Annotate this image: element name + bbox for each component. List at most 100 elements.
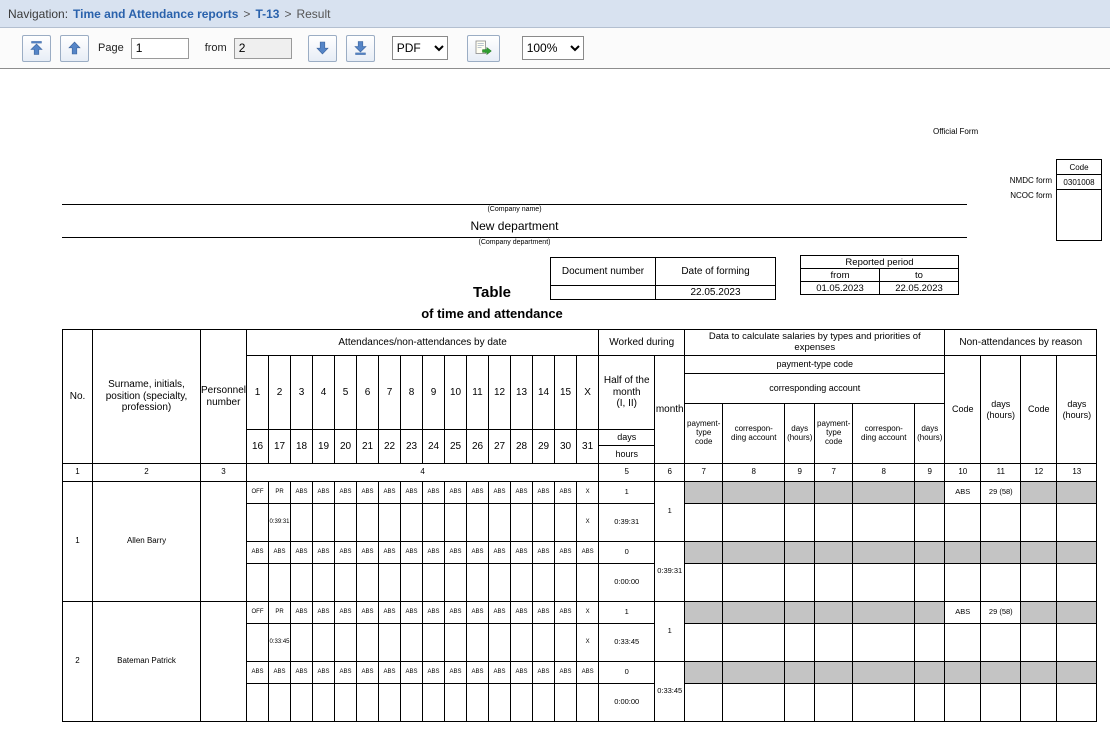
payment-cell	[685, 504, 723, 542]
date-column-header: 6	[357, 356, 379, 430]
attendance-code-cell: ABS	[445, 542, 467, 564]
payment-cell	[915, 504, 945, 542]
attendance-code-cell: ABS	[555, 662, 577, 684]
nonattendance-cell	[981, 624, 1021, 662]
attendance-hours-cell	[423, 624, 445, 662]
next-page-icon	[316, 41, 329, 55]
company-name-caption: (Company name)	[62, 206, 967, 213]
col-header-nonattendances: Non-attendances by reason	[945, 330, 1097, 356]
payment-cell	[815, 624, 853, 662]
breadcrumb-link-t13[interactable]: T-13	[255, 7, 279, 21]
attendance-hours-cell	[401, 684, 423, 722]
format-select[interactable]: PDF	[392, 36, 448, 60]
total-pages-input[interactable]	[234, 38, 292, 59]
attendance-hours-cell	[357, 564, 379, 602]
attendance-hours-cell	[247, 504, 269, 542]
col-header-half-month: Half of the month (I, II)	[599, 356, 655, 430]
nonattendance-code-cell	[1021, 482, 1057, 504]
attendance-code-cell: ABS	[357, 662, 379, 684]
attendance-code-cell: ABS	[467, 662, 489, 684]
column-number-cell: 12	[1021, 464, 1057, 482]
previous-page-button[interactable]	[60, 35, 89, 62]
attendance-code-cell: ABS	[291, 662, 313, 684]
attendance-hours-cell	[489, 564, 511, 602]
attendance-hours-cell	[423, 504, 445, 542]
nmdc-form-code: 0301008	[1057, 175, 1101, 190]
column-number-cell: 1	[63, 464, 93, 482]
col-header-days: days	[599, 430, 655, 446]
attendance-code-cell: ABS	[247, 542, 269, 564]
attendance-hours-cell	[577, 684, 599, 722]
attendance-hours-cell	[335, 564, 357, 602]
payment-cell	[785, 482, 815, 504]
attendance-code-cell: ABS	[423, 662, 445, 684]
payment-cell	[723, 542, 785, 564]
nonattendance-days-cell	[1057, 602, 1097, 624]
first-page-button[interactable]	[22, 35, 51, 62]
breadcrumb-link-reports[interactable]: Time and Attendance reports	[73, 7, 238, 21]
attendance-code-cell: ABS	[423, 602, 445, 624]
attendance-hours-cell	[247, 564, 269, 602]
attendance-code-cell: ABS	[511, 662, 533, 684]
payment-cell	[853, 504, 915, 542]
page-input[interactable]	[131, 38, 189, 59]
attendance-code-cell: ABS	[489, 542, 511, 564]
nonattendance-cell	[945, 662, 981, 684]
ncoc-form-code	[1057, 190, 1101, 240]
column-number-cell: 3	[201, 464, 247, 482]
payment-cell	[785, 602, 815, 624]
col-header-sub-payment-code: payment- type code	[815, 404, 853, 464]
attendance-hours-cell	[445, 564, 467, 602]
col-header-corresponding-account: corresponding account	[685, 374, 945, 404]
date-column-header: 30	[555, 430, 577, 464]
payment-cell	[685, 542, 723, 564]
attendance-hours-cell	[423, 684, 445, 722]
nonattendance-code-cell	[1021, 602, 1057, 624]
payment-cell	[685, 482, 723, 504]
attendance-hours-cell	[335, 624, 357, 662]
payment-cell	[815, 482, 853, 504]
attendance-code-cell: PR	[269, 482, 291, 504]
nonattendance-cell	[945, 684, 981, 722]
date-column-header: 3	[291, 356, 313, 430]
attendance-hours-cell	[489, 504, 511, 542]
col-header-hours: hours	[599, 446, 655, 464]
attendance-hours-cell	[269, 564, 291, 602]
navigation-label: Navigation:	[8, 7, 68, 21]
attendance-code-cell: ABS	[401, 662, 423, 684]
department-caption: (Company department)	[62, 239, 967, 246]
last-page-button[interactable]	[346, 35, 375, 62]
attendance-code-cell: ABS	[445, 662, 467, 684]
attendance-hours-cell	[247, 624, 269, 662]
last-page-icon	[354, 41, 367, 55]
attendance-code-cell: ABS	[533, 542, 555, 564]
zoom-select[interactable]: 100%	[522, 36, 584, 60]
payment-cell	[785, 662, 815, 684]
nonattendance-cell	[1057, 504, 1097, 542]
attendance-code-cell: ABS	[467, 542, 489, 564]
report-title: Table	[62, 284, 922, 301]
attendance-code-cell: ABS	[269, 662, 291, 684]
attendance-code-cell: ABS	[533, 602, 555, 624]
nonattendance-cell	[945, 624, 981, 662]
attendance-hours-cell	[291, 684, 313, 722]
attendance-hours-cell	[489, 624, 511, 662]
half2-days-total: 0	[599, 662, 655, 684]
date-column-header: 24	[423, 430, 445, 464]
export-button[interactable]	[467, 35, 500, 62]
half1-days-total: 1	[599, 602, 655, 624]
attendance-code-cell: ABS	[291, 482, 313, 504]
next-page-button[interactable]	[308, 35, 337, 62]
nonattendance-cell	[945, 542, 981, 564]
report-subtitle: of time and attendance	[62, 306, 922, 321]
document-number-header: Document number	[551, 258, 656, 286]
nonattendance-cell	[1021, 624, 1057, 662]
payment-cell	[685, 602, 723, 624]
column-number-cell: 4	[247, 464, 599, 482]
attendance-hours-cell	[467, 624, 489, 662]
attendance-code-cell: ABS	[335, 662, 357, 684]
attendance-hours-cell	[357, 504, 379, 542]
attendance-hours-cell	[467, 564, 489, 602]
attendance-hours-cell	[291, 624, 313, 662]
nonattendance-days-cell: 29 (58)	[981, 482, 1021, 504]
